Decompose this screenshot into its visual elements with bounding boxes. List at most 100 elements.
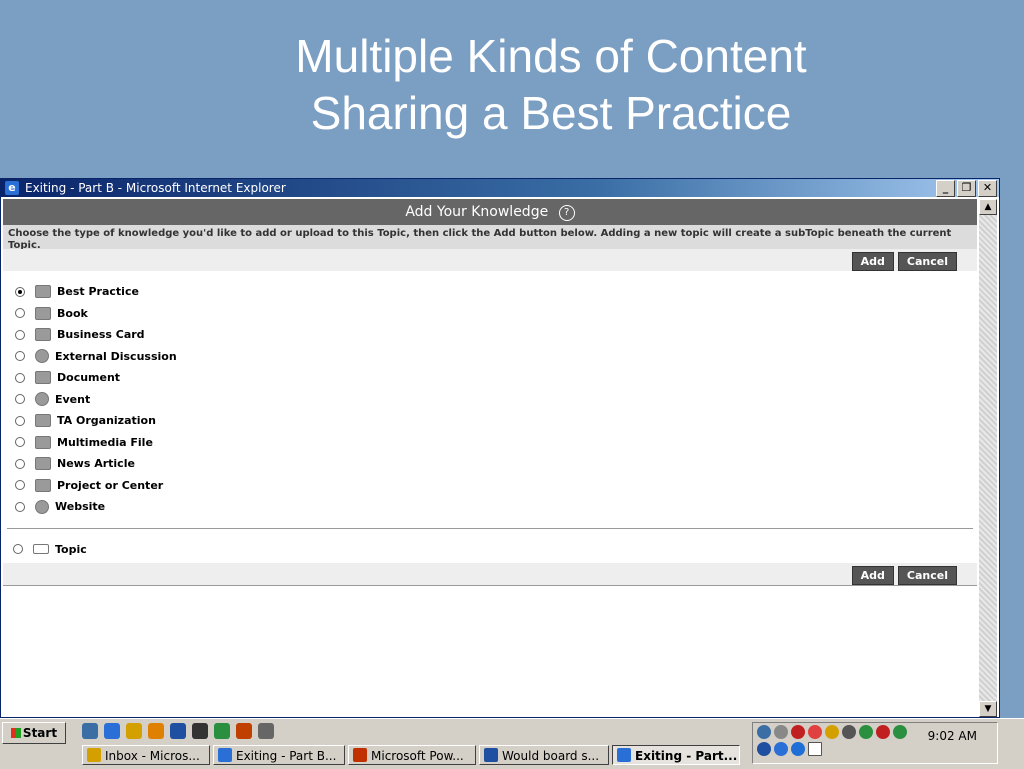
settings-icon[interactable]	[258, 723, 274, 739]
task-label: Inbox - Micros...	[105, 749, 200, 763]
globe-icon[interactable]	[791, 742, 805, 756]
option-external-discussion[interactable]: External Discussion	[15, 346, 977, 368]
document-icon	[35, 285, 51, 299]
radio-button[interactable]	[15, 329, 25, 340]
close-button[interactable]: ✕	[978, 180, 997, 197]
scroll-up-arrow-icon[interactable]: ▲	[979, 199, 997, 215]
minimize-button[interactable]: _	[936, 180, 955, 197]
radio-button[interactable]	[15, 437, 25, 448]
outlook-icon	[87, 748, 101, 762]
knowledge-type-list: Best Practice Book Business Card Externa…	[3, 271, 977, 518]
radio-button[interactable]	[15, 501, 25, 512]
window-title: Exiting - Part B - Microsoft Internet Ex…	[25, 181, 286, 195]
internet-explorer-icon: e	[5, 181, 19, 195]
option-label: Project or Center	[57, 478, 164, 492]
add-button-top[interactable]: Add	[851, 252, 894, 271]
window-titlebar[interactable]: e Exiting - Part B - Microsoft Internet …	[1, 179, 999, 197]
volume-icon[interactable]	[774, 725, 788, 739]
option-topic[interactable]: Topic	[13, 539, 977, 561]
radio-button[interactable]	[15, 415, 25, 426]
chat-icon[interactable]	[774, 742, 788, 756]
option-event[interactable]: Event	[15, 389, 977, 411]
option-book[interactable]: Book	[15, 303, 977, 325]
radio-button[interactable]	[15, 372, 25, 383]
update-icon[interactable]	[893, 725, 907, 739]
media-player-icon[interactable]	[148, 723, 164, 739]
option-ta-organization[interactable]: TA Organization	[15, 410, 977, 432]
vertical-scrollbar[interactable]: ▲ ▼	[979, 199, 997, 717]
cancel-button-bottom[interactable]: Cancel	[897, 566, 957, 585]
start-button[interactable]: Start	[2, 722, 66, 744]
option-multimedia-file[interactable]: Multimedia File	[15, 432, 977, 454]
page-content: Add Your Knowledge ? Choose the type of …	[3, 199, 977, 717]
cancel-button-top[interactable]: Cancel	[897, 252, 957, 271]
quick-launch	[82, 723, 274, 739]
radio-button[interactable]	[15, 351, 25, 362]
option-label: TA Organization	[57, 414, 156, 428]
outlook-icon[interactable]	[126, 723, 142, 739]
book-icon	[35, 306, 51, 320]
internet-explorer-icon	[218, 748, 232, 762]
messenger-icon[interactable]	[170, 723, 186, 739]
discussion-icon	[35, 349, 49, 364]
radio-button[interactable]	[15, 308, 25, 319]
help-icon[interactable]: ?	[558, 205, 575, 221]
bottom-button-row: Add Cancel	[3, 563, 977, 586]
option-business-card[interactable]: Business Card	[15, 324, 977, 346]
antivirus-icon[interactable]	[808, 725, 822, 739]
radio-button[interactable]	[15, 394, 25, 405]
screen-icon[interactable]	[236, 723, 252, 739]
radio-button[interactable]	[15, 480, 25, 491]
system-tray: 9:02 AM	[752, 722, 998, 764]
network-icon[interactable]	[757, 725, 771, 739]
task-exiting-b[interactable]: Exiting - Part B...	[213, 745, 345, 765]
globe-icon	[35, 499, 49, 514]
scroll-down-arrow-icon[interactable]: ▼	[979, 701, 997, 717]
task-label: Exiting - Part B...	[236, 749, 337, 763]
task-word[interactable]: Would board s...	[479, 745, 609, 765]
tool-icon[interactable]	[825, 725, 839, 739]
radio-button[interactable]	[13, 544, 23, 555]
option-label: Book	[57, 306, 88, 320]
option-label: Business Card	[57, 328, 145, 342]
add-button-bottom[interactable]: Add	[851, 566, 894, 585]
radio-button[interactable]	[15, 286, 25, 297]
sync-icon[interactable]	[842, 725, 856, 739]
option-label: Multimedia File	[57, 435, 153, 449]
option-label: Topic	[55, 542, 87, 556]
word-icon	[484, 748, 498, 762]
instructions-text: Choose the type of knowledge you'd like …	[3, 225, 977, 251]
taskbar-buttons: Inbox - Micros... Exiting - Part B... Mi…	[82, 745, 740, 765]
task-powerpoint[interactable]: Microsoft Pow...	[348, 745, 476, 765]
organization-icon	[35, 414, 51, 428]
task-inbox[interactable]: Inbox - Micros...	[82, 745, 210, 765]
messenger-icon[interactable]	[859, 725, 873, 739]
top-button-row: Add Cancel	[3, 249, 977, 271]
clock[interactable]: 9:02 AM	[928, 729, 977, 743]
task-exiting-active[interactable]: Exiting - Part...	[612, 745, 740, 765]
task-label: Would board s...	[502, 749, 600, 763]
business-card-icon	[35, 328, 51, 342]
option-label: External Discussion	[55, 349, 177, 363]
display-icon[interactable]	[757, 742, 771, 756]
desktop-icon[interactable]	[82, 723, 98, 739]
slide-title-line-2: Sharing a Best Practice	[310, 87, 792, 139]
sync-icon[interactable]	[214, 723, 230, 739]
restore-button[interactable]: ❐	[957, 180, 976, 197]
mail-icon[interactable]	[808, 742, 822, 756]
alert-icon[interactable]	[876, 725, 890, 739]
option-website[interactable]: Website	[15, 496, 977, 518]
internet-explorer-icon[interactable]	[104, 723, 120, 739]
option-project-or-center[interactable]: Project or Center	[15, 475, 977, 497]
radio-button[interactable]	[15, 458, 25, 469]
option-document[interactable]: Document	[15, 367, 977, 389]
user-icon[interactable]	[192, 723, 208, 739]
windows-logo-icon	[10, 728, 21, 738]
browser-window: e Exiting - Part B - Microsoft Internet …	[0, 178, 1000, 718]
form-header: Add Your Knowledge ?	[3, 199, 977, 225]
task-label: Microsoft Pow...	[371, 749, 464, 763]
option-best-practice[interactable]: Best Practice	[15, 281, 977, 303]
option-news-article[interactable]: News Article	[15, 453, 977, 475]
security-icon[interactable]	[791, 725, 805, 739]
clock-icon	[35, 392, 49, 407]
